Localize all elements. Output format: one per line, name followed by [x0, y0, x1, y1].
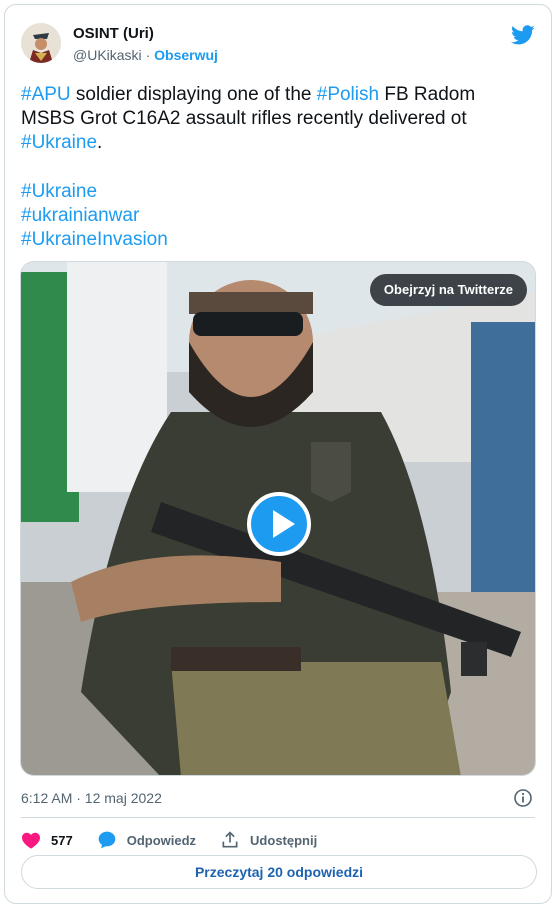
- hashtag-list: #Ukraine #ukrainianwar #UkraineInvasion: [21, 180, 168, 252]
- twitter-bird-icon[interactable]: [511, 23, 535, 47]
- avatar[interactable]: [21, 23, 61, 63]
- avatar-image: [21, 23, 61, 63]
- reply-bubble-icon: [98, 831, 116, 849]
- divider: [21, 817, 535, 818]
- reply-label: Odpowiedz: [126, 832, 197, 848]
- follow-link[interactable]: Obserwuj: [154, 47, 218, 63]
- tweet-text-segment: .: [97, 132, 103, 153]
- share-label: Udostępnij: [250, 832, 318, 848]
- hashtag-link[interactable]: #ukrainianwar: [21, 204, 168, 228]
- reply-button[interactable]: Odpowiedz: [97, 830, 196, 850]
- hashtag-link[interactable]: #Polish: [317, 84, 379, 105]
- play-icon: [273, 510, 295, 538]
- hashtag-link[interactable]: #APU: [21, 84, 71, 105]
- action-bar: 577 Odpowiedz Udostępnij: [21, 827, 341, 853]
- watch-on-twitter-button[interactable]: Obejrzyj na Twitterze: [369, 274, 527, 306]
- author-handle[interactable]: @UKikaski: [73, 47, 142, 63]
- hashtag-link[interactable]: #UkraineInvasion: [21, 228, 168, 252]
- like-button[interactable]: 577: [21, 831, 73, 849]
- video-player[interactable]: Obejrzyj na Twitterze: [20, 261, 536, 776]
- hashtag-link[interactable]: #Ukraine: [21, 132, 97, 153]
- separator-dot: ·: [145, 47, 151, 63]
- read-replies-button[interactable]: Przeczytaj 20 odpowiedzi: [21, 855, 537, 889]
- tweet-text-segment: soldier displaying one of the: [70, 84, 317, 105]
- heart-icon: [22, 832, 40, 849]
- share-icon: [222, 831, 238, 848]
- tweet-text: #APU soldier displaying one of the #Poli…: [21, 83, 531, 155]
- info-icon[interactable]: [513, 788, 533, 808]
- play-button[interactable]: [247, 492, 311, 556]
- tweet-card: OSINT (Uri) @UKikaski · Obserwuj #APU so…: [4, 4, 552, 904]
- author-handle-line: @UKikaski · Obserwuj: [73, 47, 218, 63]
- tweet-timestamp[interactable]: 6:12 AM · 12 maj 2022: [21, 790, 162, 806]
- like-count: 577: [51, 832, 73, 848]
- hashtag-link[interactable]: #Ukraine: [21, 180, 168, 204]
- share-button[interactable]: Udostępnij: [220, 830, 317, 850]
- author-name[interactable]: OSINT (Uri): [73, 25, 154, 42]
